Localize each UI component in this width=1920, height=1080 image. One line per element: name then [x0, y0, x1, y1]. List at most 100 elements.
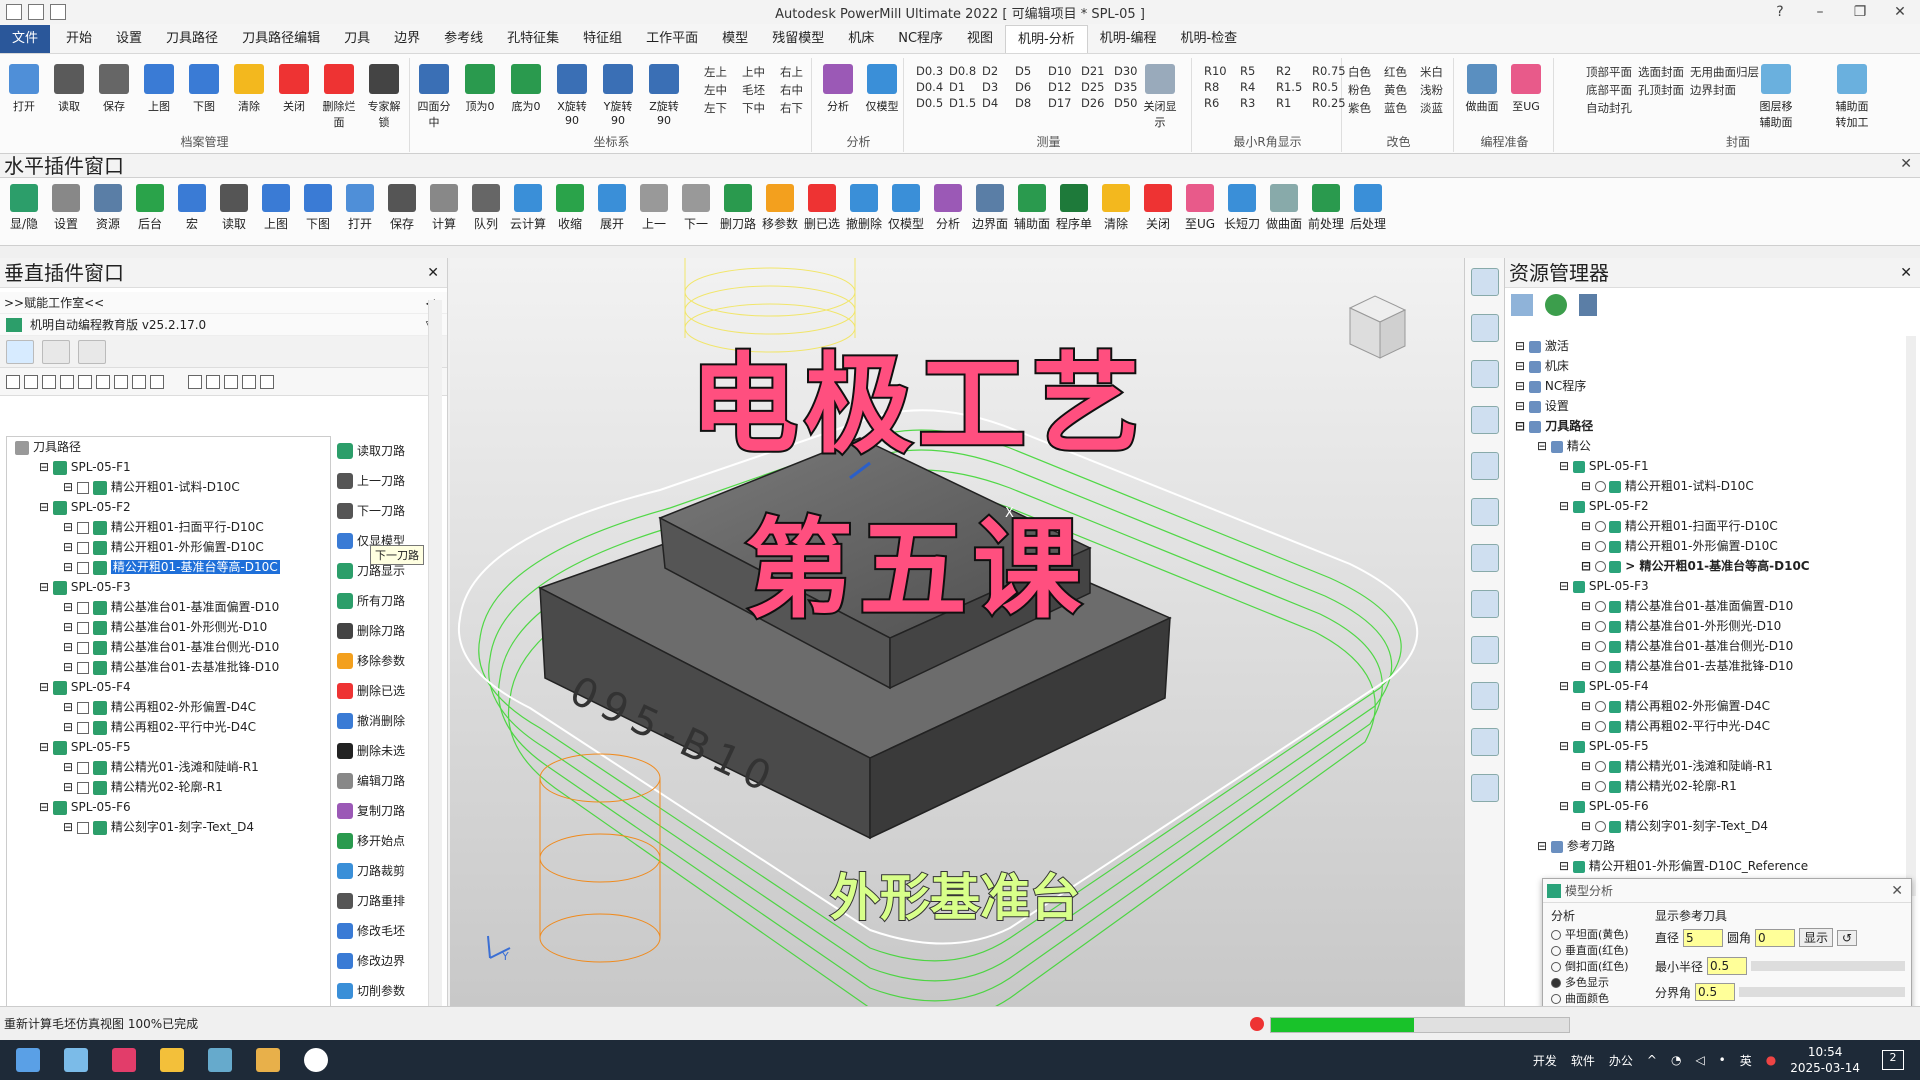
ribbon-grid-item[interactable]: 右下	[780, 100, 812, 116]
action-button[interactable]: 下一刀路	[335, 496, 425, 526]
globe-icon[interactable]	[1545, 294, 1567, 316]
plugin-button[interactable]: 前处理	[1306, 184, 1346, 232]
checkbox[interactable]	[76, 641, 89, 654]
expand-icon[interactable]: ⊟	[1559, 679, 1573, 693]
ribbon-grid-item[interactable]: D1	[949, 80, 976, 94]
ime-indicator[interactable]: 英	[1740, 1052, 1752, 1069]
vertical-scrollbar[interactable]	[1906, 336, 1916, 896]
plugin-button[interactable]: 展开	[592, 184, 632, 232]
close-icon[interactable]: ✕	[1891, 879, 1903, 903]
expand-icon[interactable]: ⊟	[1559, 579, 1573, 593]
plugin-button[interactable]: 上一	[634, 184, 674, 232]
ribbon-grid-item[interactable]: R4	[1240, 80, 1270, 94]
ribbon-grid-item[interactable]: 右中	[780, 82, 812, 98]
resource-tree-item[interactable]: ⊟ 精公基准台01-外形侧光-D10	[1511, 616, 1901, 636]
resource-tree-item[interactable]: ⊟ 精公精光01-浅滩和陡峭-R1	[1511, 756, 1901, 776]
ribbon-grid-item[interactable]: 淡蓝	[1420, 100, 1450, 116]
expand-icon[interactable]: ⊟	[63, 760, 77, 774]
mic-icon[interactable]: •	[1719, 1053, 1726, 1067]
menu-tab[interactable]: 残留模型	[760, 25, 836, 53]
resource-tree-item[interactable]: ⊟ 激活	[1511, 336, 1901, 356]
expand-icon[interactable]: ⊟	[1581, 599, 1595, 613]
plugin-button[interactable]: 边界面	[970, 184, 1010, 232]
select-icon[interactable]	[1470, 728, 1499, 756]
checkbox[interactable]	[76, 601, 89, 614]
expand-icon[interactable]: ⊟	[39, 740, 53, 754]
menu-tab[interactable]: 边界	[382, 25, 432, 53]
resource-tree-item[interactable]: ⊟ 精公开粗01-外形偏置-D10C_Reference	[1511, 856, 1901, 876]
export-icon[interactable]	[260, 374, 274, 389]
min-radius-field[interactable]: 0.5	[1707, 957, 1748, 975]
ribbon-grid-item[interactable]: D4	[982, 96, 1009, 110]
ribbon-grid-item[interactable]: D30	[1114, 64, 1141, 78]
expand-icon[interactable]: ⊟	[63, 640, 77, 654]
ribbon-button[interactable]: 保存	[94, 64, 134, 114]
checkbox-icon[interactable]	[132, 374, 146, 389]
ribbon-grid-item[interactable]: 底部平面	[1586, 82, 1632, 98]
ribbon-button[interactable]: 打开	[4, 64, 44, 114]
list-icon[interactable]	[150, 374, 164, 389]
checkbox[interactable]	[76, 621, 89, 634]
resource-tree-item[interactable]: ⊟ SPL-05-F4	[1511, 676, 1901, 696]
tray-item[interactable]: 办公	[1609, 1052, 1633, 1069]
menu-tab[interactable]: 工作平面	[634, 25, 710, 53]
checkbox[interactable]	[76, 521, 89, 534]
ribbon-grid-item[interactable]: 毛坯	[742, 82, 774, 98]
plugin-button[interactable]: 长短刀	[1222, 184, 1262, 232]
expand-icon[interactable]: ⊟	[1581, 699, 1595, 713]
ribbon-grid-item[interactable]: 红色	[1384, 64, 1414, 80]
menu-tab[interactable]: 设置	[104, 25, 154, 53]
ribbon-grid-item[interactable]: 左上	[704, 64, 736, 80]
menu-tab[interactable]: 机床	[836, 25, 886, 53]
wifi-icon[interactable]: ◔	[1671, 1053, 1681, 1067]
notification-icon[interactable]: 2	[1882, 1050, 1904, 1070]
ribbon-grid-item[interactable]: R0.75	[1312, 64, 1346, 78]
checkbox[interactable]	[76, 541, 89, 554]
powermill-icon[interactable]	[256, 1048, 280, 1072]
resource-tree-item[interactable]: ⊟ 精公基准台01-基准面偏置-D10	[1511, 596, 1901, 616]
tree-item[interactable]: ⊟ 精公基准台01-基准台侧光-D10	[7, 637, 330, 657]
save-icon[interactable]	[78, 374, 92, 389]
action-button[interactable]: 移开始点	[335, 826, 425, 856]
ribbon-grid-item[interactable]: R10	[1204, 64, 1234, 78]
plugin-button[interactable]: 队列	[466, 184, 506, 232]
ribbon-grid-item[interactable]: D50	[1114, 96, 1141, 110]
action-button[interactable]: 移除参数	[335, 646, 425, 676]
action-button[interactable]: 删除未选	[335, 736, 425, 766]
zoom-icon[interactable]	[1470, 406, 1499, 434]
expand-icon[interactable]: ⊟	[1581, 519, 1595, 533]
expand-icon[interactable]: ⊟	[1559, 459, 1573, 473]
refresh-icon[interactable]	[1470, 452, 1499, 480]
checkbox-icon[interactable]	[24, 374, 38, 389]
tree-item[interactable]: ⊟ SPL-05-F2	[7, 497, 330, 517]
expand-icon[interactable]: ⊟	[1515, 419, 1529, 433]
tree-item[interactable]: ⊟ 精公再粗02-外形偏置-D4C	[7, 697, 330, 717]
shaded-icon[interactable]	[1470, 590, 1499, 618]
menu-tab[interactable]: 孔特征集	[495, 25, 571, 53]
ribbon-button[interactable]: 清除	[229, 64, 269, 114]
ribbon-grid-item[interactable]: D5	[1015, 64, 1042, 78]
plugin-button[interactable]: 上图	[256, 184, 296, 232]
ribbon-grid-item[interactable]: D3	[982, 80, 1009, 94]
action-button[interactable]: 删除刀路	[335, 616, 425, 646]
plugin-button[interactable]: 打开	[340, 184, 380, 232]
speaker-icon[interactable]: ◁	[1695, 1053, 1704, 1067]
radio-option[interactable]: 平坦面(黄色)	[1551, 926, 1651, 942]
radio-button[interactable]	[1551, 962, 1561, 972]
ribbon-button[interactable]: 辅助面转加工	[1832, 64, 1872, 130]
resource-tree-item[interactable]: ⊟ NC程序	[1511, 376, 1901, 396]
checkbox[interactable]	[76, 721, 89, 734]
ribbon-button[interactable]: 专家解锁	[364, 64, 404, 130]
plugin-button[interactable]: 至UG	[1180, 184, 1220, 232]
expand-icon[interactable]: ⊟	[39, 800, 53, 814]
expand-icon[interactable]: ⊟	[63, 600, 77, 614]
ribbon-grid-item[interactable]: D35	[1114, 80, 1141, 94]
plugin-button[interactable]: 宏	[172, 184, 212, 232]
ribbon-grid-item[interactable]: R5	[1240, 64, 1270, 78]
ribbon-grid-item[interactable]: 顶部平面	[1586, 64, 1632, 80]
tree-item[interactable]: ⊟ 精公开粗01-基准台等高-D10C	[7, 557, 330, 577]
plugin-button[interactable]: 辅助面	[1012, 184, 1052, 232]
ribbon-grid-item[interactable]: D26	[1081, 96, 1108, 110]
ribbon-grid-item[interactable]: R6	[1204, 96, 1234, 110]
ribbon-button[interactable]: 至UG	[1506, 64, 1546, 114]
